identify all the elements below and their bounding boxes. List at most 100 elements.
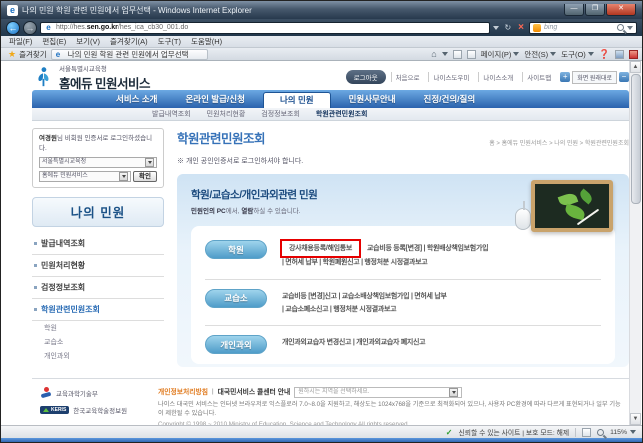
url-path: /hes_ica_cb30_001.do [117,24,189,31]
tools-menu[interactable]: 도구(O) [561,49,594,60]
browser-window: e 나의 민원 학원 관련 민원에서 업무선택 - Windows Intern… [0,0,643,443]
back-button[interactable]: ← [6,20,20,35]
addon-icon[interactable] [629,49,638,59]
scroll-down-icon[interactable]: ▼ [630,413,641,425]
screen-zoom-in-button[interactable]: + [560,72,571,82]
safety-menu[interactable]: 안전(S) [524,49,557,60]
favorites-button[interactable]: 즐겨찾기 [19,49,47,60]
screen-reset-button[interactable]: 화면 원래대로 [572,70,617,84]
home-icon[interactable]: ⌂ [431,49,436,59]
menu-tools[interactable]: 도구(T) [158,36,181,47]
sidebar-item-exam-info[interactable]: 검정정보조회 [32,277,164,299]
mouse-illustration [515,201,531,230]
stop-icon[interactable]: × [516,22,526,34]
screen-zoom-out-button[interactable]: − [619,72,629,82]
sidebar-item-minwon-status[interactable]: 민원처리현황 [32,255,164,277]
browser-zoom-control[interactable]: 115% [597,428,636,436]
nav-petition[interactable]: 진정/건의/질의 [410,90,490,108]
callcenter-label: 대국민서비스 콜센터 안내 [217,388,291,396]
search-engine-label: bing [544,24,558,31]
site-logo[interactable]: 서울특별시교육청 홈에듀 민원서비스 [32,63,150,92]
subnav-minwon-status[interactable]: 민원처리현황 [207,109,246,119]
keris-logo: KERIS 한국교육학술정보원 [40,405,158,415]
window-title: 나의 민원 학원 관련 민원에서 업무선택 - Windows Internet… [22,5,252,15]
nav-minwon-guide[interactable]: 민원사무안내 [335,90,410,108]
zoom-magnifier-icon [597,428,605,436]
service-select-dropdown-icon[interactable] [119,171,129,181]
menu-help[interactable]: 도움말(H) [191,36,222,47]
page-favicon-icon: e [46,23,51,32]
sidebar-sub-gyoseupso[interactable]: 교습소 [32,335,164,349]
keris-logo-icon: KERIS [40,406,70,414]
sidebar-item-hakwon-minwon[interactable]: 학원관련민원조회 [32,299,164,321]
menu-edit[interactable]: 편집(E) [42,36,66,47]
hakwon-links-line2[interactable]: | 면허세 납부 | 학원폐원신고 | 행정처분 시정결과보고 [282,259,428,266]
gyoseupso-row: 교습소 교습비등 [변경]신고 | 교습소배상책임보험가입 | 면허세 납부 |… [205,285,601,321]
title-bar: e 나의 민원 학원 관련 민원에서 업무선택 - Windows Intern… [1,1,642,19]
browser-tab[interactable]: e 나의 민원 학원 관련 민원에서 업무선택 [50,48,208,60]
subnav-issue-history[interactable]: 발급내역조회 [152,109,191,119]
close-button[interactable]: ✕ [606,4,636,16]
org-select-dropdown-icon[interactable] [145,157,154,167]
sidebar-item-issue-history[interactable]: 발급내역조회 [32,233,164,255]
zoom-dropdown-icon[interactable] [630,430,636,434]
link-home[interactable]: 처음으로 [390,72,424,82]
sidebar-title: 나의 민원 [32,196,164,227]
gyoseupso-links-line1[interactable]: 교습비등 [변경]신고 | 교습소배상책임보험가입 | 면허세 납부 [282,293,447,300]
gyoseupso-button[interactable]: 교습소 [205,288,267,308]
subnav-hakwon-minwon[interactable]: 학원관련민원조회 [316,109,368,119]
home-dropdown-icon[interactable] [441,52,448,56]
print-icon[interactable] [466,49,476,59]
hakwon-links-line1[interactable]: 교습비등 등록[변경] | 학원배상책임보험가입 [367,245,488,252]
link-sitemap[interactable]: 사이트맵 [522,72,555,82]
bullet-icon [34,263,37,267]
profile-icon[interactable] [615,49,624,59]
scroll-up-icon[interactable]: ▲ [630,61,641,73]
menu-view[interactable]: 보기(V) [76,36,100,47]
hakwon-button[interactable]: 학원 [205,240,267,259]
privacy-policy-link[interactable]: 개인정보처리방침 [158,388,208,398]
gaeingwaoe-button[interactable]: 개인과외 [205,335,267,355]
search-dropdown-icon[interactable] [627,25,633,30]
footer-disclaimer: 나이스 대국민 서비스는 인터넷 브라우저로 익스플로러 7.0~8.0을 지원… [158,401,621,417]
address-input[interactable]: e http://hes. sen.go.kr/hes_ica_cb30_001.… [40,21,491,34]
favorites-star-icon[interactable]: ★ [8,49,16,60]
link-neis-intro[interactable]: 나이스소개 [478,72,517,82]
service-select[interactable]: 홈에듀 민원서비스 [39,170,132,182]
compatibility-view-icon[interactable] [582,427,592,437]
sidebar-sub-hakwon[interactable]: 학원 [32,321,164,335]
feed-icon[interactable] [452,49,462,59]
forward-button[interactable]: → [23,20,37,35]
bullet-icon [34,241,37,245]
sidebar-sub-gaeingwaoe[interactable]: 개인과외 [32,349,164,363]
region-select-dropdown-icon[interactable] [449,388,459,397]
scrollbar-thumb[interactable] [631,74,641,204]
maximize-button[interactable]: ❐ [585,4,605,16]
help-icon[interactable]: ❓ [599,49,610,60]
main-nav: 서비스 소개 온라인 발급/신청 나의 민원 민원사무안내 진정/건의/질의 [32,90,629,108]
search-input[interactable]: bing [529,21,637,34]
gaeingwaoe-links-line1[interactable]: 개인과외교습자 변경신고 | 개인과외교습자 폐지신고 [282,339,426,346]
link-neis-helper[interactable]: 나이스도우미 [428,72,473,82]
nav-service-intro[interactable]: 서비스 소개 [102,90,171,108]
confirm-button[interactable]: 확인 [133,170,157,182]
logout-button[interactable]: 로그아웃 [345,70,386,84]
nav-online-issue[interactable]: 온라인 발급/신청 [171,90,258,108]
refresh-icon[interactable]: ↻ [502,22,513,34]
minimize-button[interactable]: — [564,4,584,16]
search-icon[interactable] [617,24,624,31]
nav-my-minwon[interactable]: 나의 민원 [262,92,331,108]
hakwon-link-instructor-highlighted[interactable]: 강사채용등록/해임통보 [280,239,362,259]
subnav-exam-info[interactable]: 검정정보조회 [261,109,300,119]
hakwon-row: 학원 강사채용등록/해임통보 교습비등 등록[변경] | 학원배상책임보험가입 |… [205,236,601,274]
org-select[interactable]: 서울특별시교육청 [39,156,157,168]
page-menu[interactable]: 페이지(P) [481,49,520,60]
gyoseupso-links-line2[interactable]: | 교습소폐소신고 | 행정처분 시정결과보고 [282,306,397,313]
address-bar: ← → e http://hes. sen.go.kr/hes_ica_cb30_… [1,19,642,36]
vertical-scrollbar[interactable]: ▲ ▼ [629,61,641,425]
menu-file[interactable]: 파일(F) [9,36,32,47]
address-dropdown-icon[interactable] [493,25,500,30]
menu-favorites[interactable]: 즐겨찾기(A) [110,36,148,47]
trusted-site-text: 신뢰할 수 있는 사이트 | 보호 모드: 해제 [458,430,570,437]
region-select[interactable]: 원하시는 지역을 선택하세요. [294,387,463,398]
